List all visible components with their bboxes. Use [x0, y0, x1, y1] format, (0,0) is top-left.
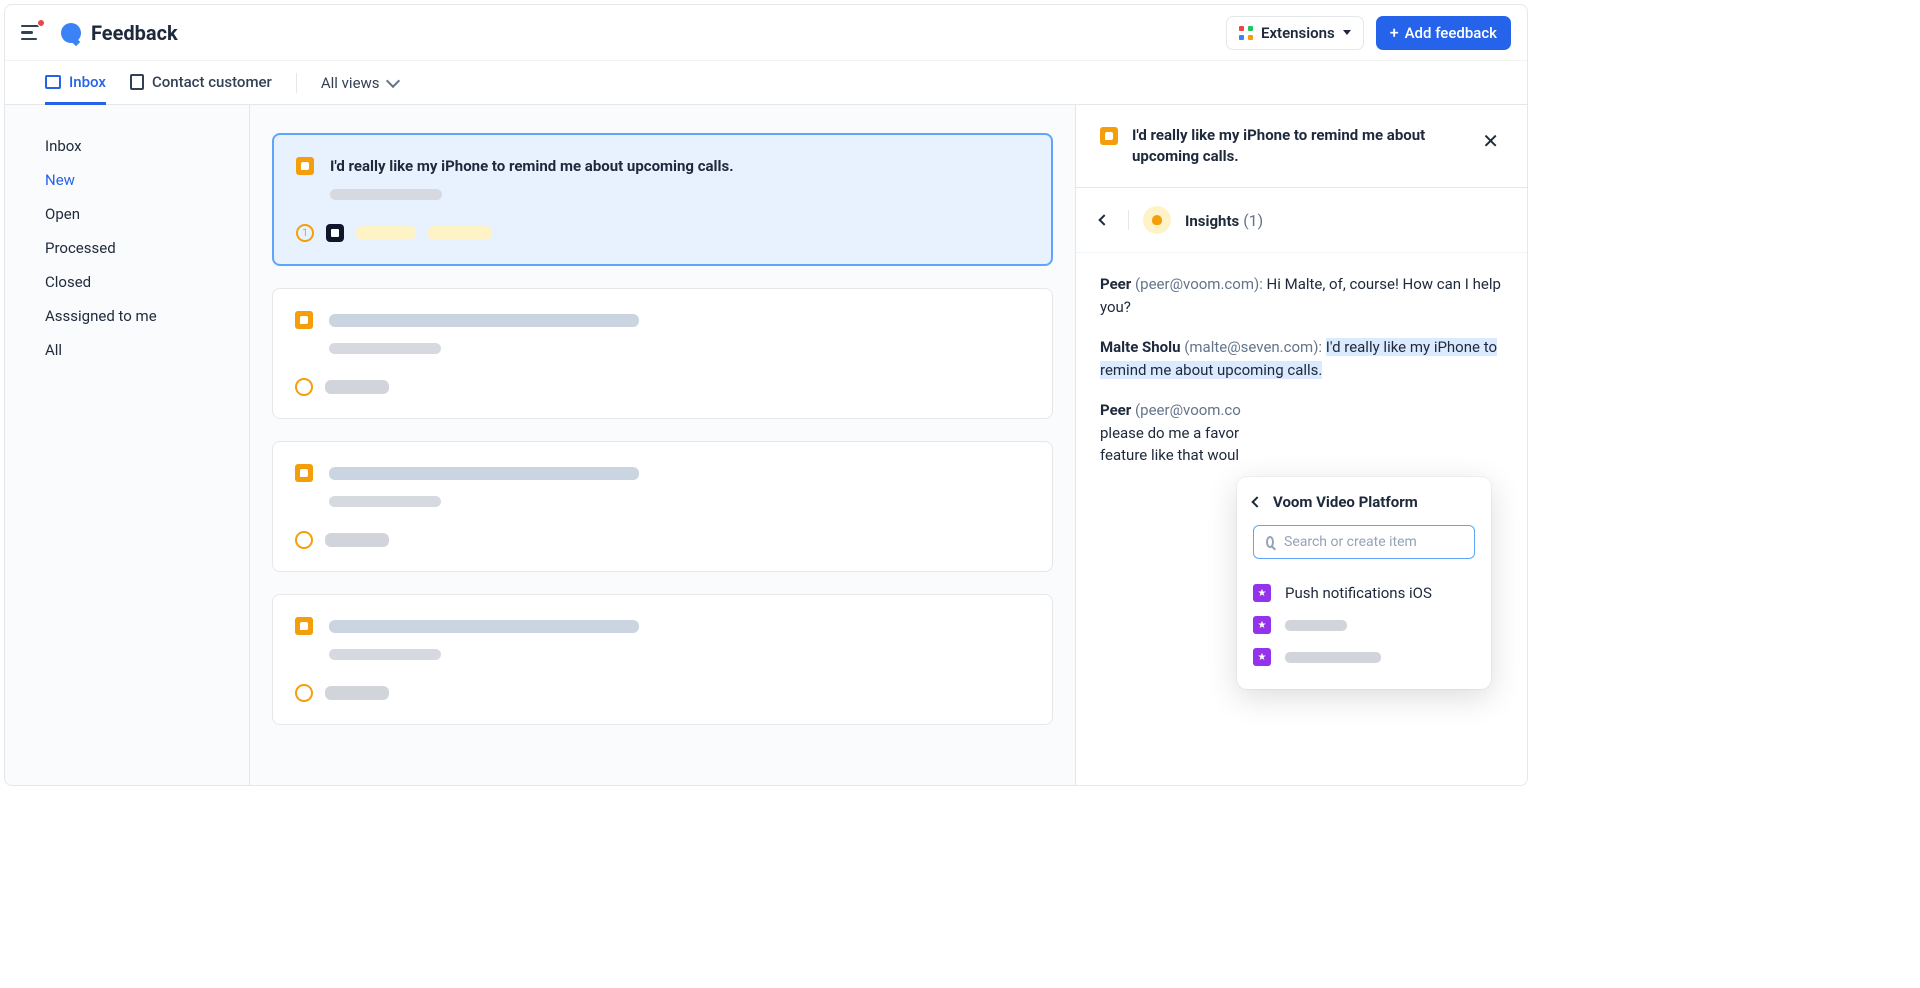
- caret-down-icon: [1343, 30, 1351, 35]
- tag-placeholder: [325, 380, 389, 394]
- plus-icon: +: [1390, 25, 1399, 41]
- count-badge: 1: [296, 224, 314, 242]
- skeleton-line: [1285, 652, 1381, 663]
- main-feed: I'd really like my iPhone to remind me a…: [250, 105, 1075, 785]
- popover-item[interactable]: [1253, 641, 1475, 673]
- skeleton-line: [329, 620, 639, 633]
- tab-contact-customer[interactable]: Contact customer: [130, 62, 272, 105]
- feedback-card[interactable]: [272, 441, 1053, 572]
- feedback-type-icon: [295, 311, 313, 329]
- all-views-label: All views: [321, 74, 380, 92]
- detail-panel: I'd really like my iPhone to remind me a…: [1075, 105, 1527, 785]
- chevron-down-icon: [385, 73, 399, 87]
- close-icon[interactable]: ✕: [1478, 125, 1503, 157]
- message-email: (malte@seven.com):: [1184, 338, 1322, 356]
- count-badge: [295, 378, 313, 396]
- divider: [1128, 210, 1129, 230]
- search-input[interactable]: [1284, 534, 1462, 550]
- popover-title: Voom Video Platform: [1273, 493, 1418, 511]
- subnav: Inbox Contact customer All views: [5, 61, 1527, 105]
- message-text: feature like that woul: [1100, 446, 1239, 464]
- panel-title: I'd really like my iPhone to remind me a…: [1132, 125, 1464, 167]
- search-field[interactable]: [1253, 525, 1475, 559]
- message-author: Malte Sholu: [1100, 338, 1181, 356]
- tab-inbox-label: Inbox: [69, 73, 106, 91]
- add-feedback-button[interactable]: + Add feedback: [1376, 16, 1511, 50]
- feedback-type-icon: [295, 617, 313, 635]
- star-icon: [1253, 584, 1271, 602]
- sidebar: Inbox New Open Processed Closed Asssigne…: [5, 105, 250, 785]
- message: Malte Sholu (malte@seven.com): I'd reall…: [1100, 336, 1503, 381]
- sidebar-item-closed[interactable]: Closed: [5, 265, 249, 299]
- tab-inbox[interactable]: Inbox: [45, 62, 106, 105]
- feedback-card-selected[interactable]: I'd really like my iPhone to remind me a…: [272, 133, 1053, 266]
- skeleton-line: [330, 189, 442, 200]
- message-author: Peer: [1100, 275, 1131, 293]
- conversation: Peer (peer@voom.com): Hi Malte, of, cour…: [1076, 253, 1527, 505]
- insight-icon: [1143, 206, 1171, 234]
- extensions-button[interactable]: Extensions: [1226, 16, 1364, 50]
- popover-item[interactable]: Push notifications iOS: [1253, 577, 1475, 609]
- feedback-type-icon: [296, 157, 314, 175]
- link-item-popover: Voom Video Platform Push notifications i…: [1237, 477, 1491, 689]
- star-icon: [1253, 616, 1271, 634]
- stop-icon: [326, 224, 344, 242]
- message: Peer (peer@voom.com): Hi Malte, of, cour…: [1100, 273, 1503, 318]
- menu-icon[interactable]: [21, 21, 45, 45]
- inbox-icon: [45, 75, 61, 89]
- message-email: (peer@voom.com):: [1135, 275, 1263, 293]
- back-icon[interactable]: [1251, 496, 1262, 507]
- sidebar-item-new[interactable]: New: [5, 163, 249, 197]
- message-email: (peer@voom.co: [1135, 401, 1241, 419]
- star-icon: [1253, 648, 1271, 666]
- sidebar-item-assigned[interactable]: Asssigned to me: [5, 299, 249, 333]
- popover-item-label: Push notifications iOS: [1285, 584, 1432, 602]
- back-icon[interactable]: [1098, 214, 1109, 225]
- feedback-card[interactable]: [272, 288, 1053, 419]
- message: Peer (peer@voom.co please do me a favor …: [1100, 399, 1503, 467]
- count-badge: [295, 684, 313, 702]
- insights-count: (1): [1243, 211, 1263, 230]
- feedback-type-icon: [295, 464, 313, 482]
- tag-placeholder: [325, 533, 389, 547]
- divider: [296, 73, 297, 93]
- extensions-label: Extensions: [1261, 24, 1335, 42]
- insights-label: Insights: [1185, 212, 1239, 230]
- skeleton-line: [1285, 620, 1347, 631]
- skeleton-line: [329, 649, 441, 660]
- extensions-icon: [1239, 26, 1253, 40]
- tag-placeholder: [428, 226, 492, 240]
- skeleton-line: [329, 496, 441, 507]
- popover-item[interactable]: [1253, 609, 1475, 641]
- tab-contact-label: Contact customer: [152, 73, 272, 91]
- feedback-card[interactable]: [272, 594, 1053, 725]
- sidebar-item-open[interactable]: Open: [5, 197, 249, 231]
- message-text: please do me a favor: [1100, 424, 1239, 442]
- tag-placeholder: [356, 226, 416, 240]
- app-logo-icon: [61, 23, 81, 43]
- skeleton-line: [329, 314, 639, 327]
- sidebar-item-processed[interactable]: Processed: [5, 231, 249, 265]
- skeleton-line: [329, 343, 441, 354]
- feedback-type-icon: [1100, 127, 1118, 145]
- sidebar-item-inbox[interactable]: Inbox: [5, 129, 249, 163]
- contact-icon: [130, 74, 144, 90]
- message-author: Peer: [1100, 401, 1131, 419]
- tag-placeholder: [325, 686, 389, 700]
- sidebar-item-all[interactable]: All: [5, 333, 249, 367]
- count-badge: [295, 531, 313, 549]
- topbar: Feedback Extensions + Add feedback: [5, 5, 1527, 61]
- skeleton-line: [329, 467, 639, 480]
- add-feedback-label: Add feedback: [1405, 24, 1497, 42]
- all-views-dropdown[interactable]: All views: [321, 74, 398, 92]
- search-icon: [1266, 536, 1274, 548]
- notification-dot: [37, 19, 45, 27]
- page-title: Feedback: [91, 21, 178, 45]
- feedback-title: I'd really like my iPhone to remind me a…: [330, 157, 734, 175]
